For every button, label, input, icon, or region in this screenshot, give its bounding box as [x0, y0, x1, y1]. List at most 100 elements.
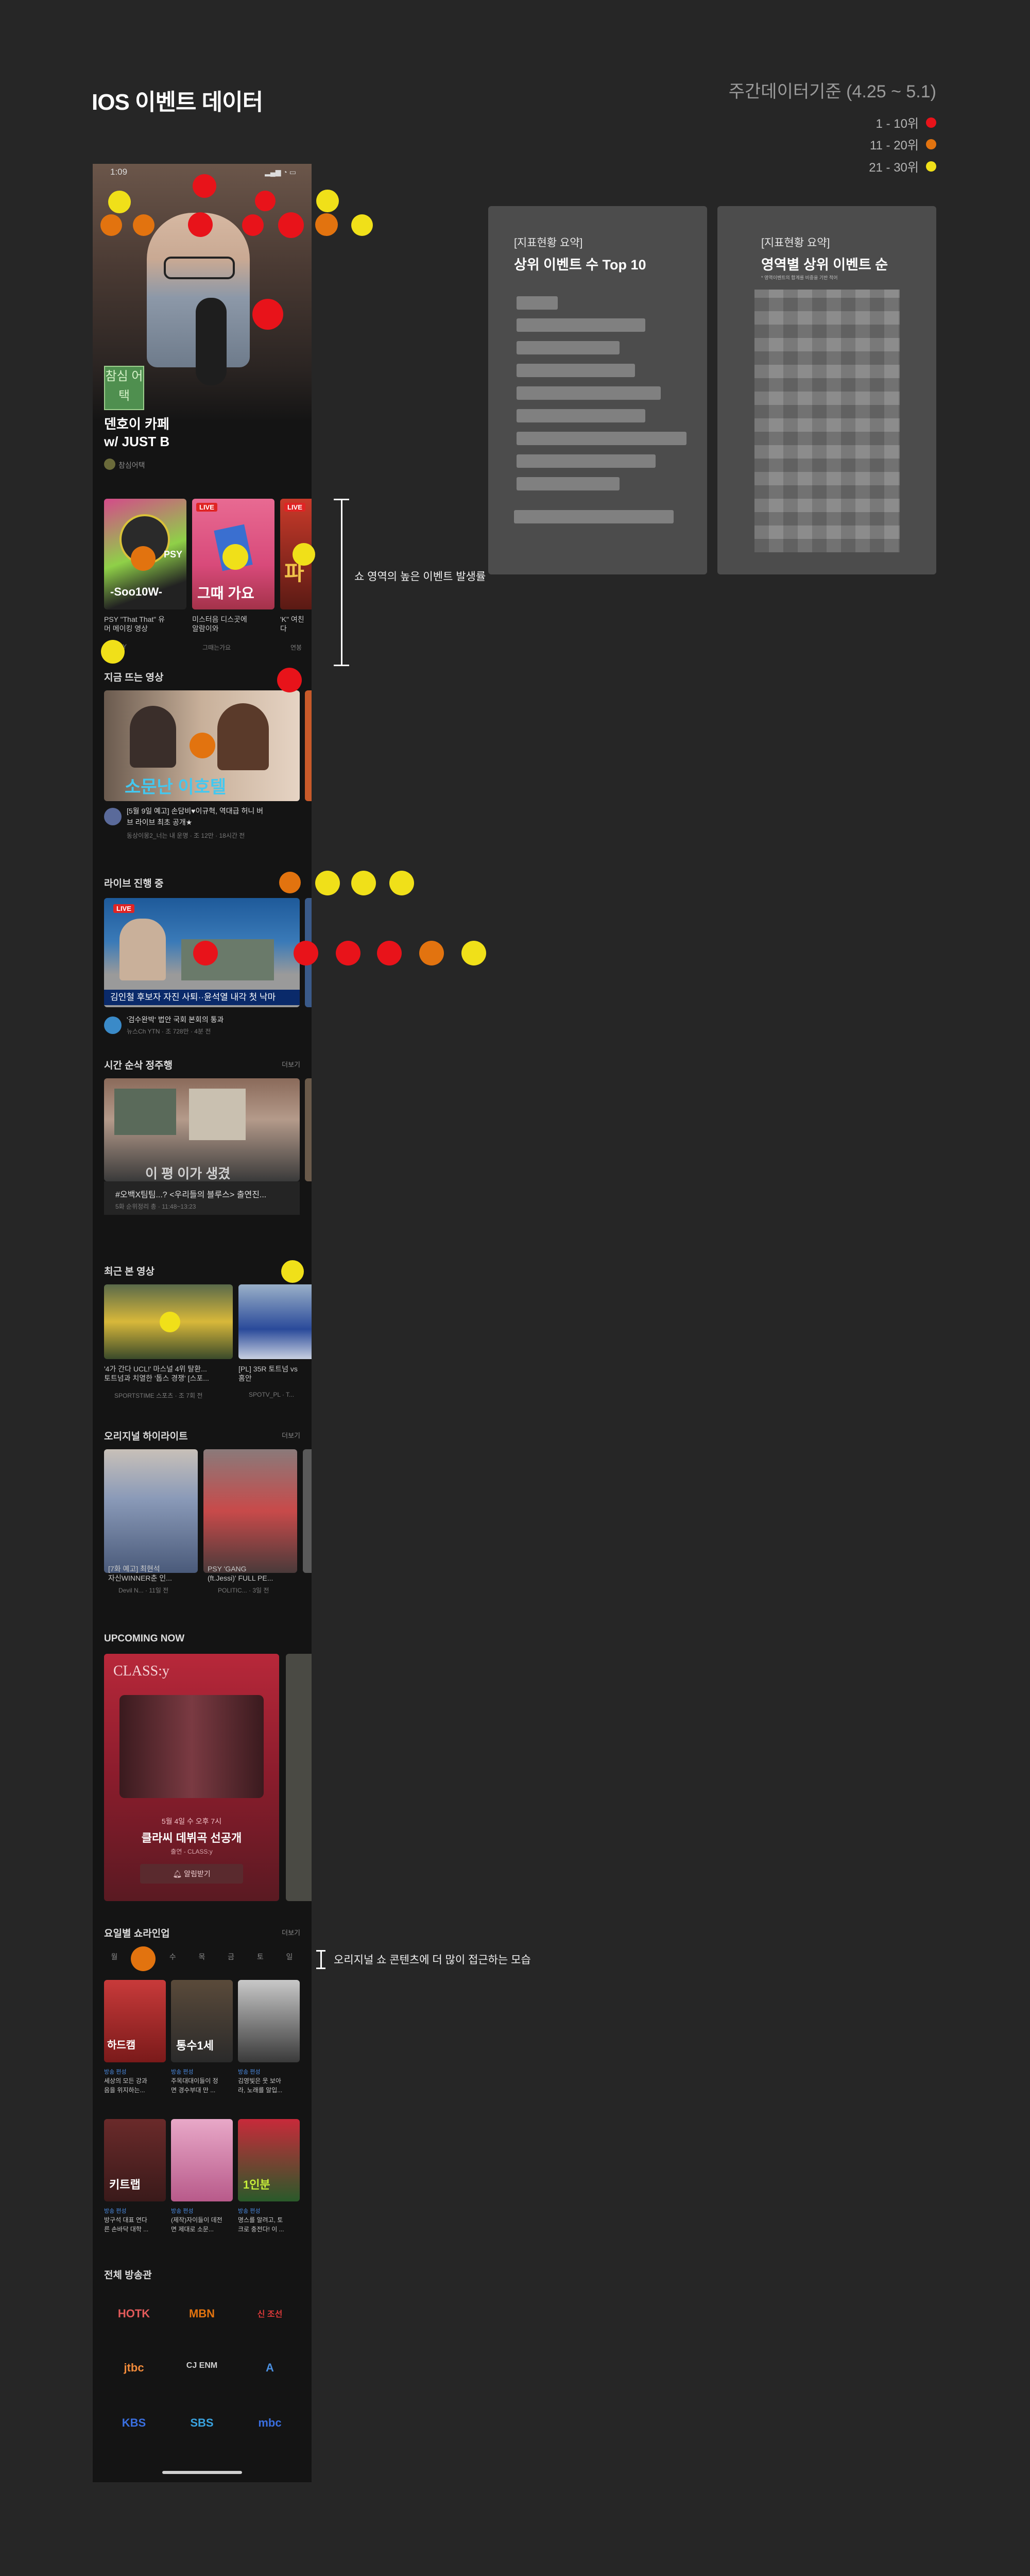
- day-tab-sun[interactable]: 일: [279, 1952, 300, 1962]
- broadcaster-logo[interactable]: MBN: [176, 2307, 228, 2320]
- broadcaster-logo[interactable]: HOTK: [108, 2307, 160, 2320]
- broadcaster-name: jtbc: [124, 2361, 144, 2374]
- more-link[interactable]: 더보기: [282, 1927, 300, 1937]
- weekday-label: 방송 편성: [238, 2069, 261, 2075]
- legend-dot-orange: [926, 139, 936, 149]
- weekday-thumb[interactable]: [238, 1980, 300, 2062]
- original-thumb-1[interactable]: [104, 1449, 198, 1573]
- event-dot: [188, 212, 213, 237]
- hot-video-next[interactable]: [305, 690, 312, 801]
- event-dot: [277, 668, 302, 692]
- alarm-button[interactable]: 🔔︎ 알림받기: [140, 1864, 243, 1884]
- thumb-person-2: [217, 703, 269, 770]
- legend-label: 1 - 10위: [876, 117, 919, 131]
- upcoming-next[interactable]: [286, 1654, 312, 1901]
- recent-thumb-2[interactable]: [238, 1284, 312, 1359]
- blurred-row: [517, 432, 686, 445]
- timeline-thumb[interactable]: 이 평 이가 생겼: [104, 1078, 300, 1181]
- section-title-timeline: 시간 순삭 정주행: [104, 1060, 173, 1071]
- broadcaster-logo[interactable]: KBS: [108, 2416, 160, 2430]
- hero-title[interactable]: 덴호이 카페 w/ JUST B: [104, 415, 259, 450]
- hot-video-meta: 동상이몽2_너는 내 운명 · 조 12만 · 18시간 전: [127, 832, 245, 839]
- day-tab-fri[interactable]: 금: [221, 1952, 242, 1962]
- thumb-window: [114, 1089, 176, 1135]
- section-title-original: 오리지널 하이라이트: [104, 1431, 188, 1442]
- event-dot: [242, 214, 264, 236]
- event-dot: [389, 871, 414, 895]
- weekday-thumb[interactable]: 키트랩: [104, 2119, 166, 2201]
- broadcaster-logo[interactable]: A: [244, 2361, 296, 2375]
- event-dot: [133, 214, 154, 236]
- recent-meta: SPOTV_PL · T...: [249, 1391, 295, 1398]
- broadcaster-name: MBN: [188, 2307, 215, 2320]
- broadcaster-logo[interactable]: 신 조선: [244, 2307, 296, 2319]
- timeline-thumb-text: 이 평 이가 생겼: [145, 1166, 231, 1181]
- broadcaster-name: mbc: [258, 2416, 282, 2429]
- event-dot: [461, 941, 486, 965]
- day-tab-mon[interactable]: 월: [104, 1952, 125, 1962]
- more-link[interactable]: 더보기: [282, 1430, 300, 1440]
- original-thumb-2[interactable]: [203, 1449, 297, 1573]
- channel-avatar: [104, 459, 115, 470]
- section-title-broadcasters: 전체 방송관: [104, 2270, 152, 2281]
- event-dot: [377, 941, 402, 965]
- upcoming-poster[interactable]: CLASS:y 5월 4일 수 오후 7시 클라씨 데뷔곡 선공개 출연 - C…: [104, 1654, 279, 1901]
- blurred-row: [514, 510, 674, 523]
- event-dot: [108, 191, 131, 213]
- weekday-label: 방송 편성: [171, 2069, 194, 2075]
- weekday-label: 방송 편성: [104, 2069, 127, 2075]
- weekday-label: 방송 편성: [104, 2208, 127, 2214]
- broadcaster-logo[interactable]: jtbc: [108, 2361, 160, 2375]
- weekday-thumb[interactable]: [171, 2119, 233, 2201]
- broadcaster-logo[interactable]: SBS: [176, 2416, 228, 2430]
- original-thumb-3[interactable]: [303, 1449, 312, 1573]
- annotation-bracket: [341, 499, 342, 666]
- event-dot: [255, 191, 276, 211]
- channel-avatar: [104, 808, 122, 825]
- legend-item-top20: 11 - 20위: [870, 135, 936, 153]
- blurred-row: [517, 296, 558, 310]
- panel-note: * 영역이벤트의 합계를 비중을 기반 적어: [761, 275, 838, 280]
- weekday-label: 방송 편성: [238, 2208, 261, 2214]
- weekday-caption: 김영빛은 웃 보아 라, 노래를 알입...: [238, 2077, 283, 2094]
- weekday-thumb[interactable]: 하드캠: [104, 1980, 166, 2062]
- hot-thumb-text: 소문난 이호텔: [125, 777, 227, 797]
- broadcaster-logo[interactable]: mbc: [244, 2416, 296, 2430]
- event-dot: [316, 190, 339, 212]
- section-title-recent: 최근 본 영상: [104, 1266, 154, 1277]
- hero-channel: 참심어택: [118, 461, 145, 469]
- recent-caption: [PL] 35R 토트넘 vs 홈안: [238, 1365, 298, 1382]
- event-dot: [131, 1946, 156, 1971]
- more-link[interactable]: 더보기: [282, 1059, 300, 1069]
- day-tab-thu[interactable]: 목: [192, 1952, 212, 1962]
- section-title-live: 라이브 진행 중: [104, 878, 164, 889]
- hot-video-caption[interactable]: [5월 9일 예고] 손담비♥이규혁, 역대급 허니 버 브 라이브 최초 공개…: [127, 805, 302, 828]
- poster-group-image: [119, 1695, 264, 1798]
- day-tab-wed[interactable]: 수: [162, 1952, 183, 1962]
- broadcaster-logo[interactable]: CJ ENM: [176, 2361, 228, 2370]
- recent-caption: '4가 간다 UCL!' 마스널 4위 탈환... 토트넘과 치열한 '톱스 경…: [104, 1365, 209, 1382]
- short-thumb-text: 그때 가요: [197, 585, 254, 601]
- weekday-thumb[interactable]: 통수1세: [171, 1980, 233, 2062]
- live-person: [119, 919, 166, 980]
- live-caption[interactable]: '검수완박' 법안 국회 본회의 통과: [127, 1014, 224, 1025]
- day-tab-sat[interactable]: 토: [250, 1952, 270, 1962]
- weekday-thumb[interactable]: 1인분: [238, 2119, 300, 2201]
- annotation-short-area: 쇼 영역의 높은 이벤트 발생률: [354, 571, 486, 583]
- timeline-caption-box[interactable]: #오백X팀팀...? <우리들의 블루스> 출연진... 5화 순위정리 총 ·…: [104, 1181, 300, 1215]
- event-dot: [131, 546, 156, 571]
- hero-title-line1: 덴호이 카페: [104, 416, 169, 432]
- weekday-thumb-text: 키트랩: [109, 2178, 141, 2191]
- event-dot: [293, 543, 315, 566]
- broadcaster-name: A: [266, 2361, 274, 2374]
- blurred-row: [517, 341, 620, 354]
- status-icons: ▂▄▆ ◔ ▭: [265, 168, 296, 176]
- blurred-row: [517, 477, 620, 490]
- short-thumb-text: -Soo10W-: [110, 585, 162, 598]
- weekday-label: 방송 편성: [171, 2208, 194, 2214]
- timeline-next[interactable]: [305, 1078, 312, 1181]
- thumb-sign: [189, 1089, 246, 1140]
- broadcaster-name: KBS: [122, 2416, 146, 2429]
- upcoming-meta: 출연 - CLASS:y: [170, 1848, 213, 1855]
- bell-icon: 🔔︎: [173, 1870, 184, 1878]
